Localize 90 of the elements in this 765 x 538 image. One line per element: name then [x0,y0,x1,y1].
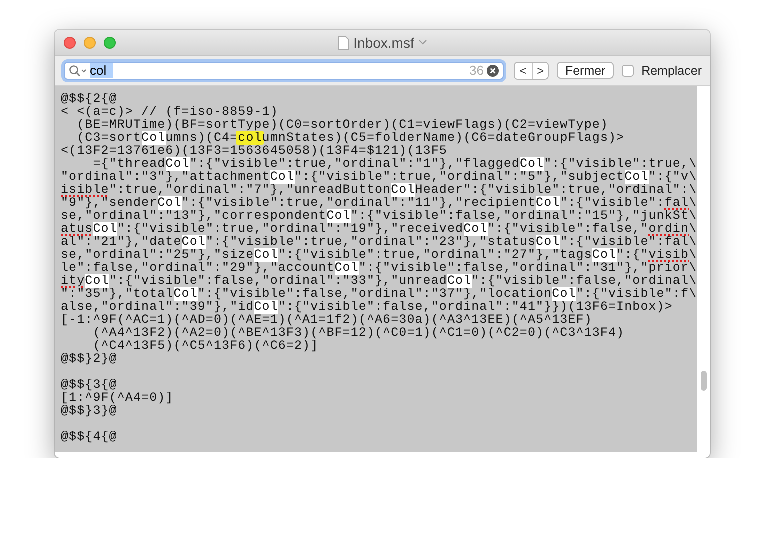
code-text: al":"21"},"date [61,235,182,249]
search-match: Col [520,157,544,171]
code-text: \ [689,196,697,210]
code-text: ":{"visible":false," [488,222,649,236]
search-match: Col [624,170,649,184]
minimize-window-button[interactable] [84,36,96,48]
search-match: Col [536,235,560,249]
document-icon [338,36,349,50]
code-text: ":{"visible":true,"ordinal":"19"},"received [117,222,464,236]
code-text: ":{"visible": [560,196,665,210]
search-match: Col [270,170,294,184]
code-text: (^C4^13F5)(^C5^13F6)(^C6=2)] [93,339,319,353]
code-text: <(13F2=13761e6)(13F3=1563645058)(13F4=$121)(13F5 [61,144,448,158]
misspelled-word: isible [61,183,110,197]
code-text: Header":{"visible":true,"ordinal":\ [415,183,697,197]
misspelled-word: ity [61,274,86,288]
code-text: ":{"visible":f\ [576,287,697,301]
search-match: Col [326,209,351,223]
code-text: ":{"visible":false,"ordinal":"31"},"prior\ [358,261,697,275]
code-text: ":{"visible":true,"ordinal":"23"},"status [206,235,536,249]
code-text: < <(a=c)> // (f=iso-8859-1) [61,105,278,119]
search-match: Col [254,248,278,262]
search-match: Col [174,287,198,301]
search-match: Col [85,274,110,288]
code-text: (^A4^13F2)(^A2=0)(^BE^13F3)(^BF=12)(^C0=1)(^C1=0)(^C2=0)(^C3^13F4) [93,326,625,340]
search-match: Col [447,274,472,288]
code-text: le":false,"ordinal":"29"},"account [61,261,335,275]
code-text: se,"ordinal":"25"},"size [61,248,254,262]
misspelled-word: fal [664,196,690,210]
code-text: ":{"visible":false,"ordinal":"37"},"location [198,287,552,301]
close-window-button[interactable] [64,36,76,48]
code-text: se,"ordinal":"13"},"correspondent [61,209,327,223]
code-text: ":{"visible":true,\ [544,157,697,171]
close-button[interactable]: Fermer [557,62,614,79]
search-match: Col [93,222,118,236]
code-text: ":{" [616,248,649,262]
next-button[interactable]: > [532,62,548,78]
scrollbar-thumb[interactable] [700,371,706,391]
search-match: Col [158,196,182,210]
code-text: alse,"ordinal":"39"},"id [61,300,254,314]
search-match: Col [592,248,617,262]
code-text: ":{"v\ [648,170,697,184]
code-text: @$${2{@ [61,92,118,106]
search-match: Col [391,183,416,197]
code-text: umns)(C4= [166,131,238,145]
search-match: Col [182,235,206,249]
match-count: 36 [470,63,484,78]
search-match: Col [464,222,488,236]
code-text: ":{"visible":fal\ [560,235,697,249]
code-text: ":{"visible":false,"ordinal":"41"}})(13F6=Inbox)> [278,300,673,314]
replace-checkbox[interactable] [622,64,634,76]
code-text: [-1:^9F(^AC=1)(^AD=0)(^AE=1)(^A1=1f2)(^A6=30a)(^A3^13EE)(^A5^13EF) [61,313,592,327]
search-match: Col [254,300,278,314]
clear-icon[interactable] [486,64,499,76]
code-text: ":{"visible":false,"ordinal\ [472,274,697,288]
code-text: ":{"visible":true,"ordinal":"11"},"recipient [182,196,536,210]
misspelled-word: atus [61,222,94,236]
code-text: ":"35"},"total [61,287,174,301]
code-text: ":{"visible":false,"ordinal":"33"},"unread [109,274,448,288]
replace-label: Remplacer [642,64,702,78]
search-match: Col [166,157,190,171]
code-text: ":{"visible":true,"ordinal":"1"},"flagged [190,157,520,171]
code-text: (C3=sort [77,131,142,145]
code-text: @$$}3}@ [61,404,118,418]
code-text: ":true,"ordinal":"7"},"unreadButton [109,183,392,197]
code-text: (BE=MRUTime)(BF=sortType)(C0=sortOrder)(C1=viewFlags)(C2=viewType) [76,118,608,132]
code-text: ":{"visible":true,"ordinal":"5"},"subject [294,170,625,184]
code-text: @$$}2}@ [61,352,118,366]
code-text: \ [689,248,697,262]
code-text: ={"thread [93,157,166,171]
search-icon[interactable] [69,64,87,76]
search-match: Col [334,261,359,275]
search-match: Col [552,287,576,301]
current-match: col [236,131,264,145]
code-text: ":{"visible":true,"ordinal":"27"},"tags [278,248,592,262]
code-text: "9"},"sender [61,196,158,210]
code-text: @$${4{@ [61,430,118,444]
code-text: "ordinal":"3"},"attachment [61,170,270,184]
window-title: Inbox.msf [354,34,414,50]
code-text: @$${3{@ [61,378,118,392]
code-text: ":{"visible":false,"ordinal":"15"},"junkSt\ [350,209,697,223]
code-text: [1:^9F(^A4=0)] [61,391,174,405]
chevron-down-icon[interactable] [419,40,428,45]
code-text: \ [689,222,697,236]
misspelled-word: visib [648,248,690,262]
misspelled-word: ordin [648,222,690,236]
search-match: Col [142,131,166,145]
search-field[interactable]: col 36 [64,62,504,80]
search-match: Col [536,196,560,210]
zoom-window-button[interactable] [104,36,116,48]
